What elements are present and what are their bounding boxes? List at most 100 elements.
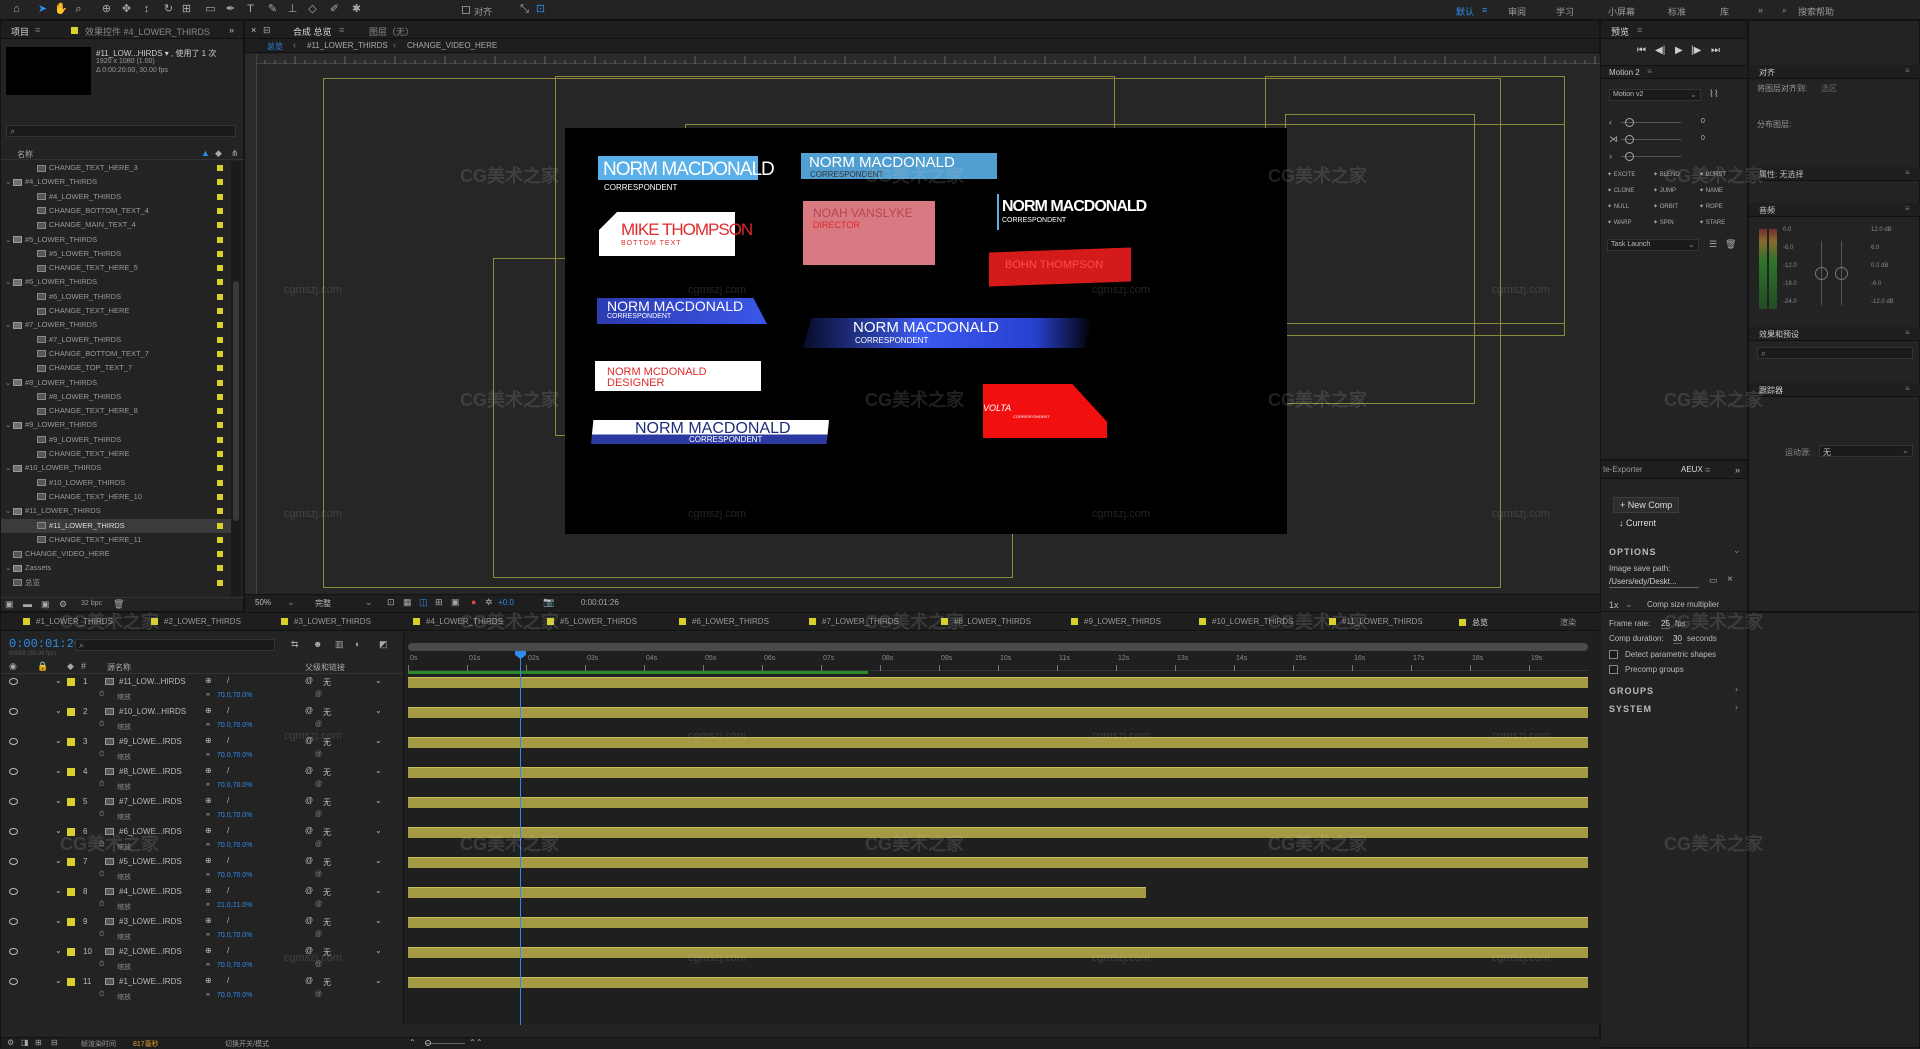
label-color-swatch[interactable] (217, 408, 223, 415)
label-color-swatch[interactable] (217, 422, 223, 429)
new-comp-button[interactable]: + New Comp (1613, 497, 1680, 513)
label-color-swatch[interactable] (217, 479, 223, 486)
motion-warp-button[interactable]: ✦ WARP (1607, 219, 1631, 226)
help-search-input[interactable]: 搜索帮助 (1798, 5, 1834, 18)
timeline-tab[interactable]: #7_LOWER_THIRDS (809, 617, 899, 626)
constrain-link-icon[interactable]: ⚭ (205, 931, 211, 939)
quality-switch-icon[interactable]: / (227, 886, 229, 895)
layer-expand-chevron-icon[interactable]: ⌄ (55, 706, 62, 715)
groups-heading[interactable]: GROUPS (1609, 686, 1654, 696)
layer-expand-chevron-icon[interactable]: ⌄ (55, 886, 62, 895)
visibility-eye-icon[interactable] (9, 738, 18, 745)
scale-value[interactable]: 70.0,70.0% (217, 782, 252, 789)
image-path-field[interactable]: /Users/edy/Deskt... (1609, 576, 1699, 588)
settings-icon[interactable]: ⚙ (59, 599, 67, 610)
quality-switch-icon[interactable]: / (227, 796, 229, 805)
parent-chevron-icon[interactable]: ⌄ (375, 826, 382, 835)
motion-slider-1-handle[interactable] (1625, 118, 1634, 127)
label-color-swatch[interactable] (217, 493, 223, 500)
stopwatch-icon[interactable]: ⏱ (99, 811, 104, 819)
layer-row[interactable]: ⌄ 11 #1_LOWE...IRDS ⊕ / @ 无 ⌄ ⏱ 缩放 ⚭ 70.0,70.0% @ (1, 975, 403, 1005)
project-folder[interactable]: ⌄ #11_LOWER_THIRDS (1, 504, 231, 518)
layer-main-row[interactable]: ⌄ 11 #1_LOWE...IRDS ⊕ / @ 无 ⌄ (1, 975, 403, 990)
vertical-ruler[interactable] (245, 54, 257, 594)
layer-label-color[interactable] (67, 858, 75, 866)
snap-option-icon[interactable]: ⤡ (518, 3, 531, 16)
stopwatch-icon[interactable]: ⏱ (99, 751, 104, 759)
comp-canvas[interactable]: NORM MACDONALD CORRESPONDENT NORM MACDON… (565, 128, 1287, 534)
multiplier-select[interactable]: 1x (1609, 600, 1619, 610)
layer-label-color[interactable] (67, 918, 75, 926)
eraser-tool-icon[interactable]: ◇ (306, 3, 319, 16)
graph-editor-icon[interactable]: ◩ (379, 639, 388, 650)
layer-duration-bar[interactable] (408, 977, 1588, 988)
project-item[interactable]: CHANGE_BOTTOM_TEXT_4 (1, 204, 231, 218)
expression-pick-whip-icon[interactable]: @ (315, 901, 322, 908)
constrain-link-icon[interactable]: ⚭ (205, 841, 211, 849)
layer-row[interactable]: ⌄ 7 #5_LOWE...IRDS ⊕ / @ 无 ⌄ ⏱ 缩放 ⚭ 70.0,70.0% @ (1, 855, 403, 885)
parent-select[interactable]: 无 (323, 977, 331, 988)
layer-expand-chevron-icon[interactable]: ⌄ (55, 946, 62, 955)
aeux-overflow-icon[interactable]: » (1735, 465, 1740, 475)
interpret-footage-icon[interactable]: ▣ (5, 599, 14, 610)
motion-spin-button[interactable]: ✦ SPIN (1653, 219, 1674, 226)
tracker-menu-icon[interactable]: ≡ (1905, 384, 1910, 393)
layer-row[interactable]: ⌄ 9 #3_LOWE...IRDS ⊕ / @ 无 ⌄ ⏱ 缩放 ⚭ 70.0,70.0% @ (1, 915, 403, 945)
constrain-link-icon[interactable]: ⚭ (205, 871, 211, 879)
transparency-grid-icon[interactable]: ▦ (403, 597, 412, 608)
motion-slider-2-handle[interactable] (1625, 135, 1634, 144)
layer-expand-chevron-icon[interactable]: ⌄ (55, 736, 62, 745)
constrain-link-icon[interactable]: ⚭ (205, 991, 211, 999)
folder-chevron-icon[interactable]: ⌄ (5, 318, 13, 332)
quality-switch-icon[interactable]: / (227, 976, 229, 985)
label-color-swatch[interactable] (217, 350, 223, 357)
folder-chevron-icon[interactable]: ⌄ (5, 175, 13, 189)
stopwatch-icon[interactable]: ⏱ (99, 931, 104, 939)
breadcrumb-leaf[interactable]: CHANGE_VIDEO_HERE (407, 41, 497, 50)
tab-exporter[interactable]: te-Exporter (1603, 465, 1643, 474)
layer-duration-bar[interactable] (408, 797, 1588, 808)
quality-switch-icon[interactable]: / (227, 946, 229, 955)
parent-chevron-icon[interactable]: ⌄ (375, 856, 382, 865)
workspace-library[interactable]: 库 (1720, 5, 1729, 18)
playhead[interactable] (515, 651, 527, 1025)
collapse-switch-icon[interactable]: ⊕ (205, 736, 212, 745)
motion-menu-icon[interactable]: ≡ (1647, 67, 1652, 76)
layer-row[interactable]: ⌄ 1 #11_LOW...HIRDS ⊕ / @ 无 ⌄ ⏱ 缩放 ⚭ 70.0,70.0% @ (1, 675, 403, 705)
work-area-bar[interactable] (408, 643, 1588, 651)
roto-tool-icon[interactable]: ✐ (328, 3, 341, 16)
toggle-switches-icon[interactable]: ⚙ (7, 1038, 14, 1047)
last-frame-icon[interactable]: ⏭ (1711, 45, 1720, 56)
sort-up-icon[interactable]: ▲ (201, 148, 210, 158)
parent-chevron-icon[interactable]: ⌄ (375, 946, 382, 955)
parent-select[interactable]: 无 (323, 827, 331, 838)
lock-icon[interactable]: ⊟ (263, 25, 271, 36)
parent-select[interactable]: 无 (323, 707, 331, 718)
collapse-switch-icon[interactable]: ⊕ (205, 676, 212, 685)
label-color-swatch[interactable] (217, 336, 223, 343)
task-trash-icon[interactable]: 🗑 (1725, 239, 1736, 250)
breadcrumb-root[interactable]: 总览 (267, 41, 283, 52)
parent-chevron-icon[interactable]: ⌄ (375, 916, 382, 925)
visibility-eye-icon[interactable] (9, 888, 18, 895)
timeline-tab[interactable]: #3_LOWER_THIRDS (281, 617, 371, 626)
project-scrollbar[interactable] (231, 161, 241, 597)
next-frame-icon[interactable]: |▶ (1691, 45, 1701, 56)
region-icon[interactable]: ⊡ (387, 597, 395, 608)
parent-chevron-icon[interactable]: ⌄ (375, 766, 382, 775)
pick-whip-icon[interactable]: @ (305, 766, 313, 775)
layer-duration-bar[interactable] (408, 827, 1588, 838)
expression-pick-whip-icon[interactable]: @ (315, 991, 322, 998)
constrain-link-icon[interactable]: ⚭ (205, 691, 211, 699)
brush-tool-icon[interactable]: ✎ (266, 3, 279, 16)
column-name[interactable]: 名称 (17, 149, 33, 160)
grid-icon[interactable]: ⊞ (435, 597, 443, 608)
pick-whip-icon[interactable]: @ (305, 976, 313, 985)
layer-name[interactable]: #11_LOW...HIRDS (119, 677, 186, 686)
stopwatch-icon[interactable]: ⏱ (99, 871, 104, 879)
home-icon[interactable]: ⌂ (10, 3, 23, 16)
workspace-menu-icon[interactable]: ≡ (1482, 5, 1487, 15)
label-color-swatch[interactable] (217, 551, 223, 558)
motion-graph-icon[interactable]: ⌇⌇ (1709, 89, 1719, 100)
folder-chevron-icon[interactable]: ⌄ (5, 376, 13, 390)
